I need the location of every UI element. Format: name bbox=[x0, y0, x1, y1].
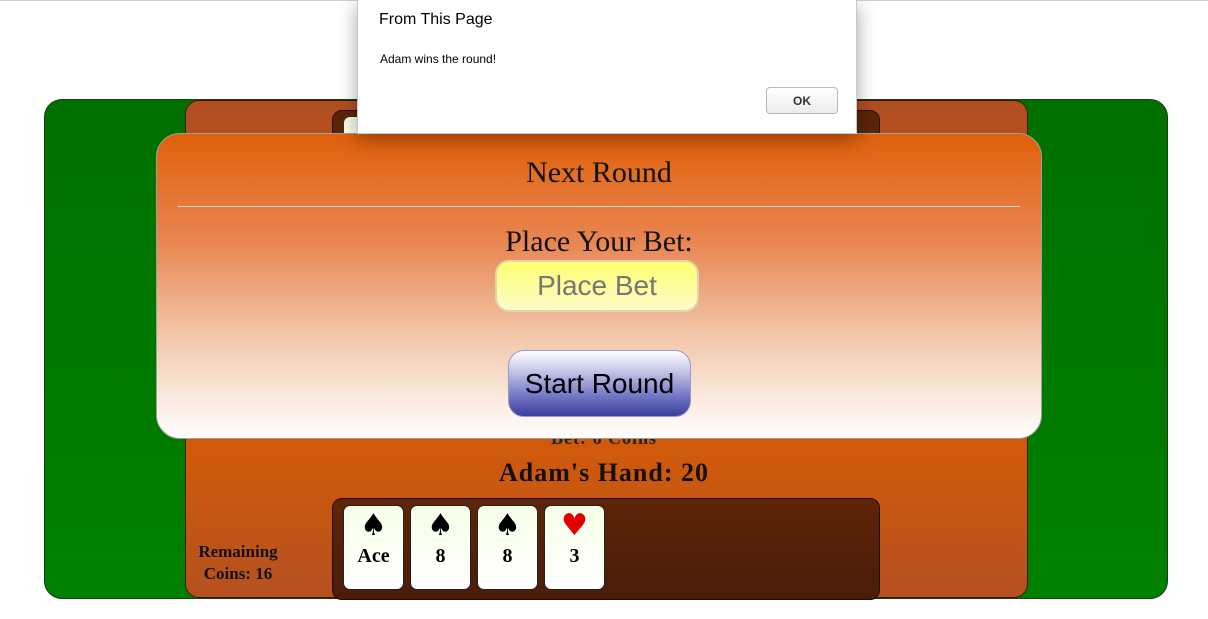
modal-divider bbox=[178, 206, 1020, 207]
heart-icon: ♥ bbox=[561, 508, 588, 543]
player-card: ♠ Ace bbox=[343, 505, 404, 590]
player-card: ♠ 8 bbox=[410, 505, 471, 590]
spade-icon: ♠ bbox=[494, 508, 521, 543]
ok-button[interactable]: OK bbox=[766, 87, 838, 114]
card-rank: 3 bbox=[569, 545, 580, 567]
card-rank: 8 bbox=[435, 545, 446, 567]
card-rank: 8 bbox=[502, 545, 513, 567]
remaining-coins: Remaining Coins: 16 bbox=[188, 541, 288, 585]
player-card: ♠ 8 bbox=[477, 505, 538, 590]
bet-input[interactable] bbox=[495, 260, 699, 312]
alert-title: From This Page bbox=[379, 11, 493, 28]
modal-title: Next Round bbox=[526, 156, 672, 189]
next-round-modal: Next Round Place Your Bet: Start Round bbox=[156, 133, 1042, 439]
player-card: ♥ 3 bbox=[544, 505, 605, 590]
player-hand-title: Adam's Hand: 20 bbox=[498, 458, 710, 487]
alert-message: Adam wins the round! bbox=[380, 52, 497, 66]
spade-icon: ♠ bbox=[360, 508, 387, 543]
remaining-coins-value: Coins: 16 bbox=[203, 564, 273, 583]
card-rank: Ace bbox=[357, 545, 390, 567]
spade-icon: ♠ bbox=[427, 508, 454, 543]
remaining-coins-label: Remaining bbox=[198, 542, 278, 561]
bet-prompt-label: Place Your Bet: bbox=[505, 225, 693, 258]
start-round-button[interactable]: Start Round bbox=[508, 350, 691, 417]
alert-dialog: From This Page Adam wins the round! OK bbox=[357, 0, 857, 134]
